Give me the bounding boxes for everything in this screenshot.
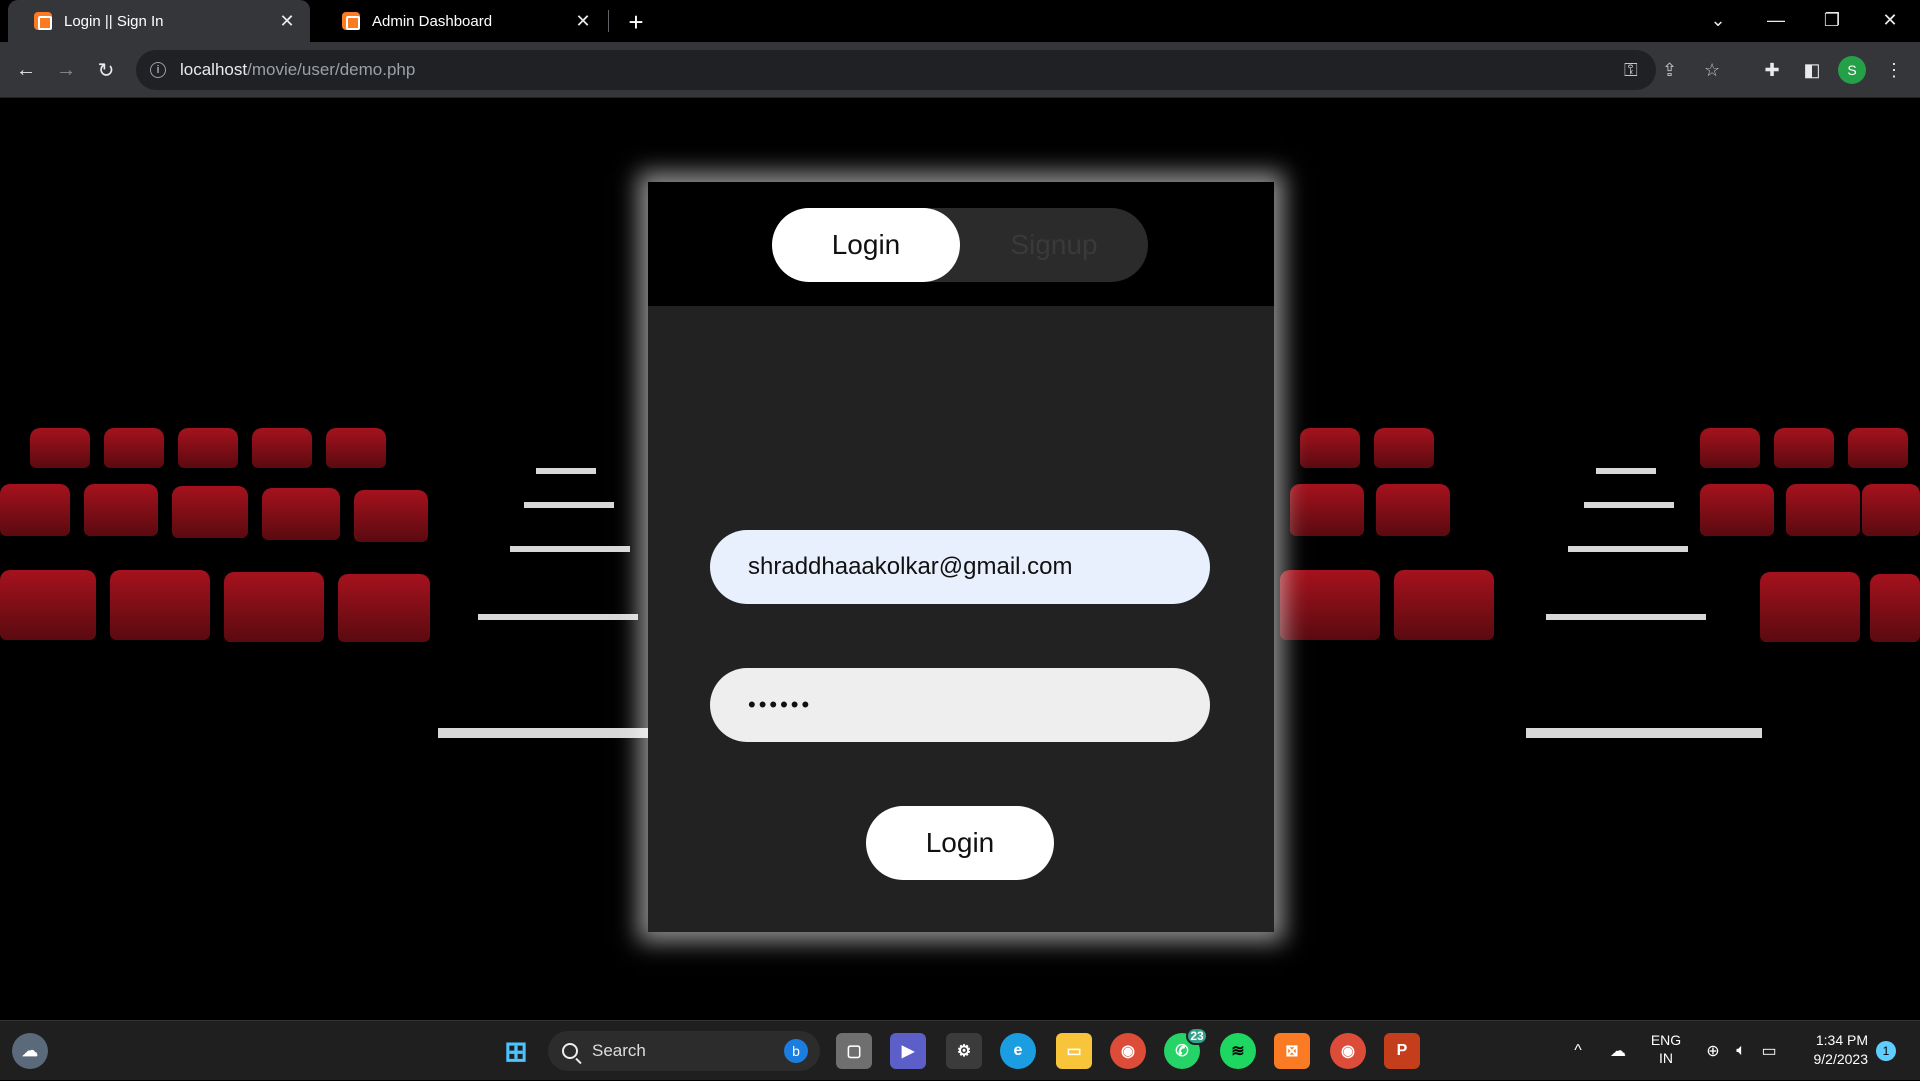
clock-date: 9/2/2023 — [1813, 1051, 1869, 1067]
site-info-icon[interactable]: i — [150, 62, 166, 78]
minimize-button[interactable]: — — [1748, 0, 1804, 40]
spotify-icon[interactable]: ≋ — [1220, 1033, 1256, 1069]
language-region: IN — [1659, 1050, 1673, 1066]
url-path: /movie/user/demo.php — [247, 60, 416, 79]
search-label: Search — [592, 1041, 646, 1060]
bookmark-star-icon[interactable]: ☆ — [1704, 50, 1720, 90]
system-clock[interactable]: 1:34 PM 9/2/2023 — [1796, 1031, 1869, 1069]
tab-admin-dashboard[interactable]: Admin Dashboard ✕ — [316, 0, 606, 42]
bing-icon[interactable]: b — [784, 1039, 808, 1063]
panel-header: Login Signup — [648, 182, 1274, 306]
password-input[interactable] — [710, 668, 1210, 742]
profile-avatar[interactable]: S — [1838, 56, 1866, 84]
login-panel: Login Signup Login — [648, 182, 1274, 932]
language-code: ENG — [1650, 1032, 1682, 1048]
task-view-icon[interactable]: ▢ — [836, 1033, 872, 1069]
share-icon[interactable]: ⇪ — [1662, 50, 1677, 90]
password-key-icon[interactable]: ⚿ — [1624, 50, 1638, 90]
extensions-puzzle-icon[interactable]: ✚ — [1756, 54, 1788, 86]
settings-gear-icon[interactable]: ⚙ — [946, 1033, 982, 1069]
url-host: localhost — [180, 60, 248, 79]
back-button[interactable]: ← — [10, 54, 42, 86]
volume-icon[interactable]: 🔈︎ — [1730, 1021, 1752, 1081]
login-toggle-button[interactable]: Login — [772, 208, 960, 282]
xampp-favicon-icon — [34, 12, 52, 30]
xampp-favicon-icon — [342, 12, 360, 30]
taskbar-search-box[interactable]: Search b — [548, 1031, 820, 1071]
new-tab-button[interactable]: + — [622, 7, 650, 37]
onedrive-icon[interactable]: ☁ — [1606, 1021, 1630, 1081]
restore-button[interactable]: ❐ — [1804, 0, 1860, 40]
signup-toggle-button[interactable]: Signup — [960, 208, 1148, 282]
close-tab-icon[interactable]: ✕ — [278, 11, 296, 31]
browser-toolbar: ← → ↻ i localhost/movie/user/demo.php ⚿ … — [0, 42, 1920, 98]
windows-taskbar: ☁ ⊞ Search b ▢ ▶ ⚙ e ▭ ◉ ✆ 23 ≋ ⊠ ◉ P ^ … — [0, 1020, 1920, 1080]
battery-icon[interactable]: ▭ — [1758, 1021, 1780, 1081]
tab-divider — [608, 10, 609, 32]
tab-search-chevron-icon[interactable]: ⌄ — [1690, 0, 1746, 40]
xampp-icon[interactable]: ⊠ — [1274, 1033, 1310, 1069]
browser-tab-strip: Login || Sign In ✕ Admin Dashboard ✕ + ⌄… — [0, 0, 1920, 42]
whatsapp-icon[interactable]: ✆ 23 — [1164, 1027, 1208, 1069]
notification-count-badge[interactable]: 1 — [1876, 1041, 1896, 1061]
search-icon — [562, 1043, 578, 1059]
address-bar[interactable]: i localhost/movie/user/demo.php ⚿ ⇪ ☆ — [136, 50, 1720, 90]
tab-login[interactable]: Login || Sign In ✕ — [8, 0, 310, 42]
forward-button[interactable]: → — [50, 54, 82, 86]
edge-browser-icon[interactable]: e — [1000, 1033, 1036, 1069]
language-indicator[interactable]: ENG IN — [1646, 1031, 1686, 1067]
chrome-active-icon[interactable]: ◉ — [1330, 1033, 1366, 1069]
network-globe-icon[interactable]: ⊕ — [1702, 1021, 1724, 1081]
login-signup-toggle: Login Signup — [772, 208, 1148, 282]
close-tab-icon[interactable]: ✕ — [574, 11, 592, 31]
teams-meet-icon[interactable]: ▶ — [890, 1033, 926, 1069]
windows-start-icon[interactable]: ⊞ — [498, 1033, 534, 1069]
weather-widget-icon[interactable]: ☁ — [12, 1033, 48, 1069]
side-panel-icon[interactable]: ◧ — [1796, 54, 1828, 86]
tab-title: Login || Sign In — [64, 12, 164, 30]
show-hidden-icons-chevron-icon[interactable]: ^ — [1566, 1021, 1590, 1081]
clock-time: 1:34 PM — [1815, 1032, 1868, 1048]
whatsapp-unread-badge: 23 — [1186, 1027, 1208, 1045]
powerpoint-icon[interactable]: P — [1384, 1033, 1420, 1069]
email-input[interactable] — [710, 530, 1210, 604]
tab-title: Admin Dashboard — [372, 12, 493, 30]
page-background: Login Signup Login — [0, 98, 1920, 1020]
close-window-button[interactable]: ✕ — [1862, 0, 1918, 40]
login-submit-button[interactable]: Login — [866, 806, 1054, 880]
file-explorer-icon[interactable]: ▭ — [1056, 1033, 1092, 1069]
reload-button[interactable]: ↻ — [90, 54, 122, 86]
chrome-icon[interactable]: ◉ — [1110, 1033, 1146, 1069]
menu-dots-icon[interactable]: ⋮ — [1878, 54, 1910, 86]
